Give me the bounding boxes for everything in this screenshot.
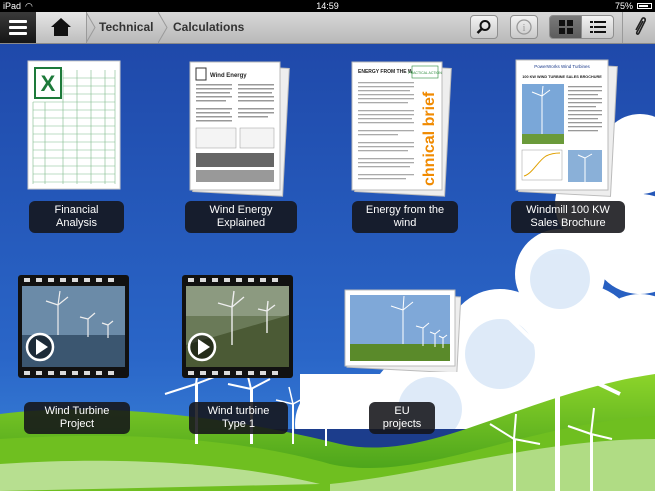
menu-button[interactable] [0, 12, 36, 43]
file-label[interactable]: Energy from the wind [352, 201, 458, 233]
search-icon [476, 20, 491, 34]
hamburger-line [9, 26, 27, 29]
svg-text:PowerWorks Wind Turbines: PowerWorks Wind Turbines [534, 64, 590, 69]
video-thumbnail [18, 275, 129, 378]
status-bar: iPad ◠ 14:59 75% [0, 0, 655, 12]
photo-stack-thumbnail [344, 289, 462, 374]
video-thumbnail [182, 275, 293, 378]
battery-percent: 75% [614, 1, 633, 11]
clock: 14:59 [316, 1, 339, 11]
file-label[interactable]: EU projects [369, 402, 435, 434]
list-icon [590, 21, 606, 33]
svg-text:X: X [41, 71, 56, 96]
hamburger-line [9, 32, 27, 35]
grid-icon [559, 20, 573, 34]
file-label[interactable]: Wind Turbine Project [24, 402, 130, 434]
file-wind-turbine-type-1[interactable] [182, 275, 293, 378]
file-wind-energy-explained[interactable]: Wind Energy [186, 58, 291, 198]
breadcrumb-separator [86, 12, 96, 43]
search-button[interactable] [470, 15, 498, 39]
svg-text:Wind Energy: Wind Energy [210, 73, 247, 79]
paperclip-icon [635, 17, 646, 35]
info-icon: i [516, 19, 532, 35]
file-eu-projects[interactable] [343, 288, 462, 374]
spreadsheet-thumbnail: X [27, 60, 121, 190]
breadcrumb-calculations[interactable]: Calculations [173, 12, 244, 43]
file-wind-turbine-project[interactable] [18, 275, 129, 378]
breadcrumb-separator [158, 12, 168, 43]
attachment-button[interactable] [622, 12, 655, 43]
pdf-thumbnail: Wind Energy [189, 61, 290, 197]
file-label[interactable]: Windmill 100 KW Sales Brochure [511, 201, 625, 233]
file-label[interactable]: Wind turbine Type 1 [189, 402, 288, 434]
svg-text:100 KW WIND TURBINE SALES BROC: 100 KW WIND TURBINE SALES BROCHURE [522, 75, 602, 79]
svg-text:i: i [523, 23, 526, 34]
breadcrumb-technical[interactable]: Technical [99, 12, 153, 43]
pdf-thumbnail: PowerWorks Wind Turbines 100 KW WIND TUR… [515, 59, 618, 197]
file-energy-from-the-wind[interactable]: ENERGY FROM THE WIND PRACTICAL ACTION ch… [348, 58, 453, 198]
pdf-thumbnail: ENERGY FROM THE WIND PRACTICAL ACTION ch… [351, 61, 452, 197]
wind-icon [195, 67, 207, 81]
file-label[interactable]: Wind Energy Explained [185, 201, 297, 233]
file-label[interactable]: Financial Analysis [29, 201, 124, 233]
info-button[interactable]: i [510, 15, 538, 39]
svg-text:chnical brief: chnical brief [421, 91, 438, 186]
battery-icon [637, 3, 652, 9]
svg-text:PRACTICAL ACTION: PRACTICAL ACTION [408, 71, 442, 75]
file-windmill-brochure[interactable]: PowerWorks Wind Turbines 100 KW WIND TUR… [512, 56, 620, 198]
hamburger-icon [9, 20, 27, 23]
home-icon [51, 18, 71, 36]
grid-view-button[interactable] [549, 15, 582, 39]
list-view-button[interactable] [581, 15, 614, 39]
home-button[interactable] [36, 12, 87, 43]
toolbar: Technical Calculations i [0, 12, 655, 44]
file-financial-analysis[interactable]: X [25, 58, 125, 193]
